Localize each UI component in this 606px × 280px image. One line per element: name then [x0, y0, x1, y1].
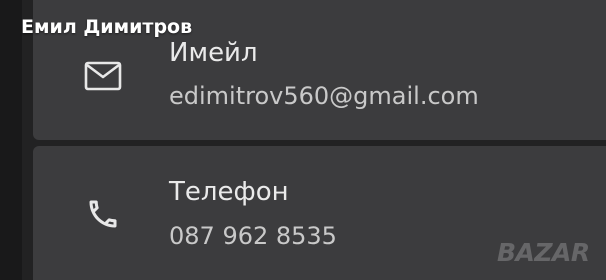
phone-value[interactable]: 087 962 8535: [169, 222, 337, 250]
phone-label: Телефон: [169, 177, 289, 207]
email-value[interactable]: edimitrov560@gmail.com: [169, 82, 479, 110]
phone-icon: [85, 196, 121, 232]
seller-name: Емил Димитров: [21, 16, 193, 38]
left-edge-strip: [0, 0, 22, 280]
mail-icon: [83, 60, 123, 92]
bazar-watermark: BAZAR: [497, 238, 590, 267]
email-label: Имейл: [169, 38, 258, 68]
